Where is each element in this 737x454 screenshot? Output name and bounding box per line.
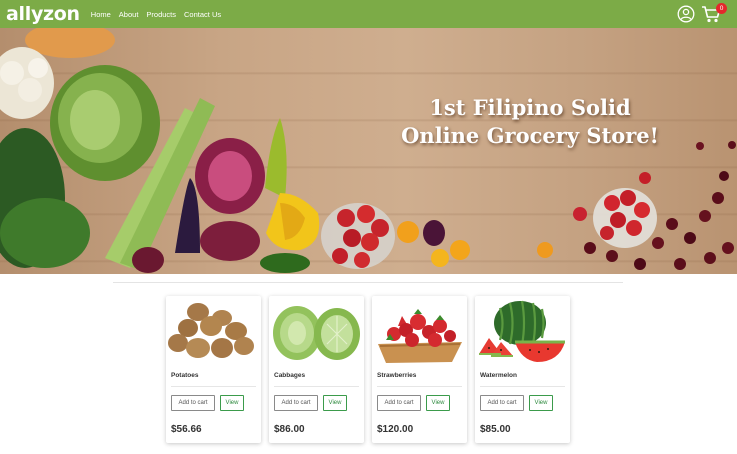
card-separator — [377, 386, 462, 387]
view-button[interactable]: View — [220, 395, 244, 411]
hero-headline-line1: 1st Filipino Solid — [429, 95, 631, 120]
view-button[interactable]: View — [426, 395, 450, 411]
view-button[interactable]: View — [323, 395, 347, 411]
card-separator — [480, 386, 565, 387]
product-price: $86.00 — [274, 424, 305, 435]
nav-home-link[interactable]: Home — [91, 10, 111, 19]
card-separator — [274, 386, 359, 387]
add-to-cart-button[interactable]: Add to cart — [171, 395, 215, 411]
add-to-cart-button[interactable]: Add to cart — [480, 395, 524, 411]
nav-menu: Home About Products Contact Us — [91, 10, 229, 19]
cart-count-badge: 0 — [716, 3, 727, 14]
cart-button[interactable]: 0 — [701, 3, 727, 24]
hero-headline: 1st Filipino Solid Online Grocery Store! — [380, 94, 680, 150]
cabbages-image — [273, 306, 360, 360]
nav-products-link[interactable]: Products — [146, 10, 176, 19]
add-to-cart-button[interactable]: Add to cart — [274, 395, 318, 411]
nav-contact-link[interactable]: Contact Us — [184, 10, 221, 19]
top-navbar: allyzon Home About Products Contact Us 0 — [0, 0, 737, 28]
brand-logo[interactable]: allyzon — [6, 3, 80, 25]
nav-actions: 0 — [677, 3, 727, 24]
hero-banner: 1st Filipino Solid Online Grocery Store! — [0, 28, 737, 274]
product-price: $56.66 — [171, 424, 202, 435]
section-divider — [113, 282, 623, 283]
add-to-cart-button[interactable]: Add to cart — [377, 395, 421, 411]
potatoes-image — [168, 303, 254, 358]
nav-about-link[interactable]: About — [119, 10, 139, 19]
watermelon-image — [479, 300, 565, 362]
product-card-cabbages: Cabbages Add to cart View $86.00 — [269, 296, 364, 443]
product-name: Strawberries — [377, 372, 417, 379]
view-button[interactable]: View — [529, 395, 553, 411]
product-price: $120.00 — [377, 424, 414, 435]
product-card-strawberries: Strawberries Add to cart View $120.00 — [372, 296, 467, 443]
hero-headline-line2: Online Grocery Store! — [401, 123, 659, 148]
card-separator — [171, 386, 256, 387]
user-circle-icon[interactable] — [677, 5, 695, 23]
strawberries-image — [378, 309, 462, 363]
product-card-potatoes: Potatoes Add to cart View $56.66 — [166, 296, 261, 443]
product-name: Cabbages — [274, 372, 306, 379]
hero-vegetables-image — [0, 28, 736, 273]
product-name: Potatoes — [171, 372, 199, 379]
product-price: $85.00 — [480, 424, 511, 435]
product-card-watermelon: Watermelon Add to cart View $85.00 — [475, 296, 570, 443]
product-name: Watermelon — [480, 372, 517, 379]
